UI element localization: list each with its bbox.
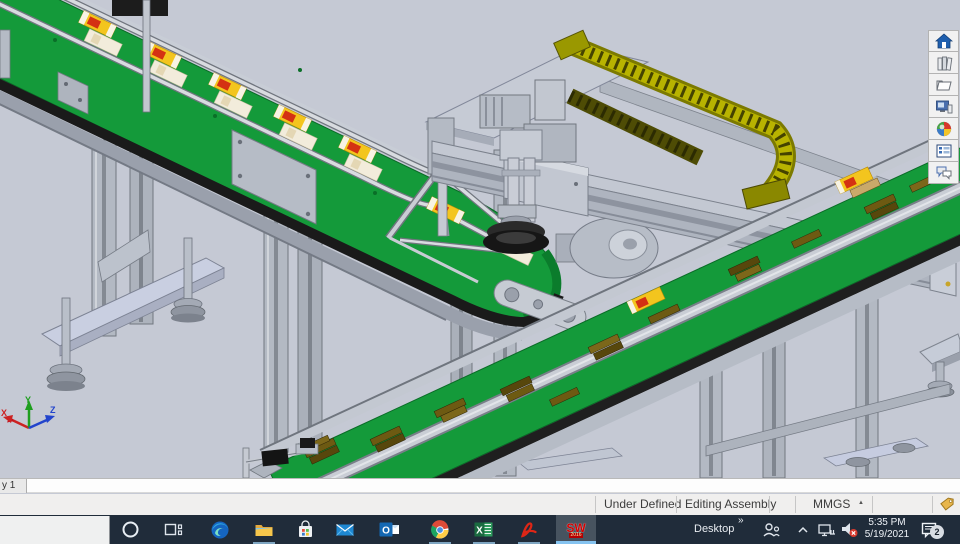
constraint-status: Under Defined <box>604 497 682 511</box>
books-icon <box>937 56 952 71</box>
task-pane-tab-forum[interactable] <box>928 162 959 184</box>
mail-icon <box>336 523 354 536</box>
edit-mode-status: Editing Assembly <box>685 497 777 511</box>
excel-glyph: X <box>476 526 483 537</box>
excel-icon: X <box>474 522 493 537</box>
task-view-button[interactable] <box>153 515 193 544</box>
status-bar: Under Defined Editing Assembly MMGS ▲ <box>0 494 960 515</box>
clock-time: 5:35 PM <box>868 517 906 528</box>
outlook-glyph: O <box>382 526 390 537</box>
store-button[interactable] <box>285 515 325 544</box>
taskbar-search-input[interactable] <box>0 516 110 544</box>
acrobat-button[interactable] <box>509 515 549 544</box>
excel-button[interactable]: X <box>464 515 504 544</box>
task-pane-tab-appearances[interactable] <box>928 118 959 140</box>
motion-study-tab[interactable]: y 1 <box>0 479 27 493</box>
task-pane <box>928 30 959 184</box>
chrome-button[interactable] <box>420 515 460 544</box>
monitor-icon <box>935 100 952 113</box>
acrobat-icon <box>520 521 537 538</box>
task-pane-tab-custom-properties[interactable] <box>928 140 959 162</box>
desktop-toolbar-label[interactable]: Desktop <box>694 523 734 535</box>
people-icon <box>763 523 780 537</box>
network-icon <box>818 523 835 536</box>
file-explorer-icon <box>255 524 273 536</box>
model-tab-bar: y 1 <box>0 478 960 493</box>
taskbar-clock[interactable]: 5:35 PM 5/19/2021 <box>856 517 918 541</box>
task-pane-tab-solidworks-resources[interactable] <box>928 30 959 52</box>
triad-y-label: Y <box>25 395 31 405</box>
chevron-up-icon <box>798 526 808 533</box>
color-sphere-icon <box>936 121 951 136</box>
cortana-icon <box>122 521 138 538</box>
chrome-icon <box>431 519 449 538</box>
chat-icon <box>936 166 951 180</box>
graphics-area[interactable]: X Y Z <box>0 0 960 478</box>
people-button[interactable] <box>756 515 786 544</box>
task-pane-tab-design-library[interactable] <box>928 52 959 74</box>
task-pane-tab-view-palette[interactable] <box>928 96 959 118</box>
edge-icon <box>211 521 229 538</box>
home-icon <box>934 33 953 49</box>
tag-icon[interactable] <box>939 496 955 515</box>
folder-icon <box>935 80 952 90</box>
solidworks-button[interactable]: SW 2016 <box>556 515 596 544</box>
triad-x-label: X <box>1 408 7 418</box>
units-dropdown-arrow[interactable]: ▲ <box>858 500 864 506</box>
solidworks-window: X Y Z y 1 Under Defined Editing Assembly… <box>0 0 960 544</box>
windows-taskbar: O X SW 2016 Desktop » 5:35 PM 5/19/2021 <box>0 515 960 544</box>
mail-button[interactable] <box>325 515 365 544</box>
store-icon <box>298 520 312 537</box>
task-pane-tab-file-explorer[interactable] <box>928 74 959 96</box>
list-icon <box>936 144 951 157</box>
file-explorer-button[interactable] <box>244 515 284 544</box>
task-view-icon <box>164 523 182 536</box>
clock-date: 5/19/2021 <box>864 529 910 540</box>
triad-z-label: Z <box>50 405 56 415</box>
outlook-button[interactable]: O <box>369 515 409 544</box>
cortana-button[interactable] <box>110 515 150 544</box>
solidworks-icon: SW 2016 <box>566 520 586 538</box>
units-selector[interactable]: MMGS <box>813 497 850 511</box>
outlook-icon: O <box>379 522 399 537</box>
edge-button[interactable] <box>200 515 240 544</box>
notification-badge: 2 <box>930 525 944 539</box>
toolbar-overflow-chevron[interactable]: » <box>738 515 744 526</box>
